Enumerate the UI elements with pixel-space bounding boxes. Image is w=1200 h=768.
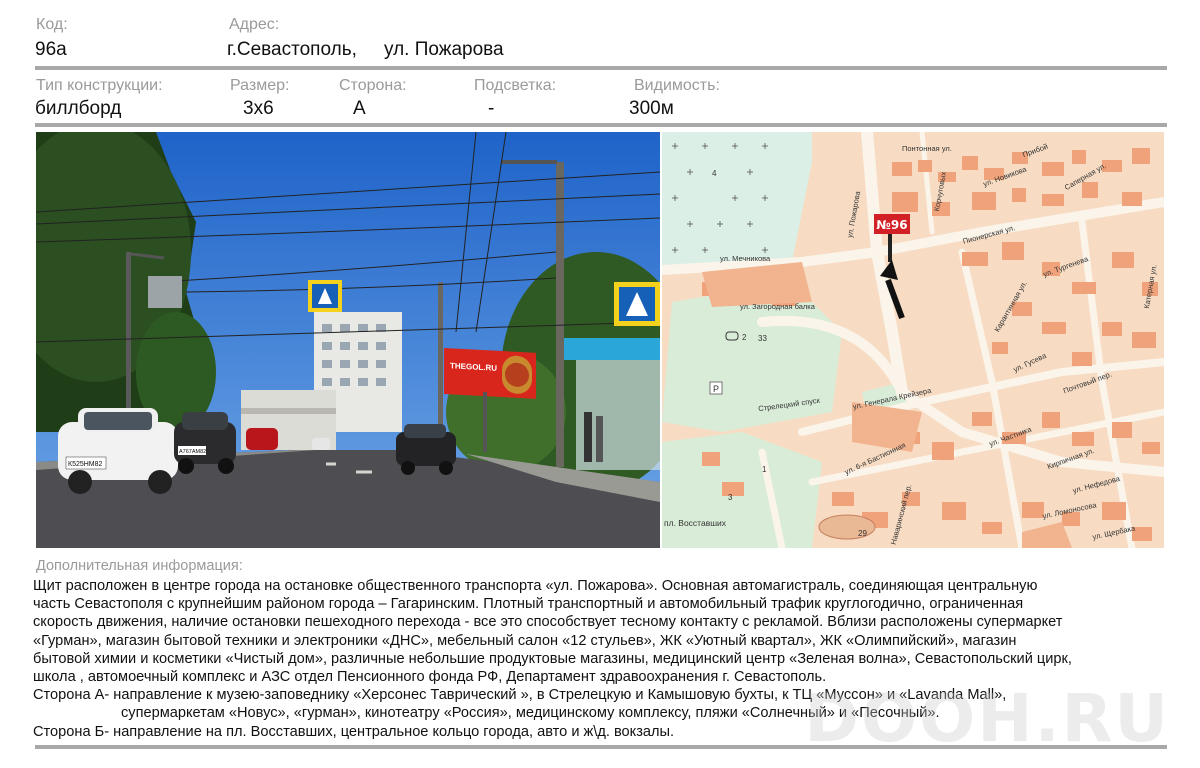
address-label: Адрес: bbox=[229, 16, 280, 33]
map-number-29: 29 bbox=[858, 529, 867, 538]
map-number-4: 4 bbox=[712, 169, 717, 178]
plate-2: А767АМ82 bbox=[179, 449, 206, 455]
street-label: пл. Восставших bbox=[664, 518, 727, 528]
size-value: 3х6 bbox=[243, 98, 274, 119]
plate-1: К525НМ82 bbox=[68, 461, 103, 468]
info-line: Щит расположен в центре города на остано… bbox=[33, 578, 1038, 594]
info-heading: Дополнительная информация: bbox=[36, 558, 243, 574]
code-label: Код: bbox=[36, 16, 68, 33]
side-label: Сторона: bbox=[339, 77, 407, 94]
divider-top bbox=[35, 66, 1167, 70]
light-value: - bbox=[488, 98, 495, 119]
map-number-1: 1 bbox=[762, 465, 767, 474]
size-label: Размер: bbox=[230, 77, 290, 94]
type-value: биллборд bbox=[35, 98, 122, 119]
code-value: 96а bbox=[35, 39, 67, 60]
light-label: Подсветка: bbox=[474, 77, 557, 94]
street-label: Понтонная ул. bbox=[902, 144, 952, 153]
divider-middle bbox=[35, 123, 1167, 127]
street-label: ул. Загородная балка bbox=[740, 302, 815, 311]
street-label: ул. Мечникова bbox=[720, 254, 771, 263]
visibility-value: 300м bbox=[629, 98, 674, 119]
watermark-logo: DOOH.RU bbox=[804, 680, 1170, 757]
address-street: ул. Пожарова bbox=[384, 39, 504, 60]
info-line: скорость движения, наличие остановки пеш… bbox=[33, 614, 1063, 631]
type-label: Тип конструкции: bbox=[36, 77, 163, 94]
side-value: А bbox=[353, 98, 366, 119]
parking-icon: P bbox=[713, 384, 719, 394]
info-line: «Гурман», магазин бытовой техники и элек… bbox=[33, 632, 1017, 649]
map-number-33: 33 bbox=[758, 334, 767, 343]
visibility-label: Видимость: bbox=[634, 77, 720, 94]
info-line: бытовой химии и косметики «Чистый дом», … bbox=[33, 650, 1072, 667]
map-number-2: 2 bbox=[742, 333, 747, 342]
location-map: №96 P 2 33 29 3 1 4 Понтонная ул. ул. Но… bbox=[662, 132, 1164, 548]
map-number-3: 3 bbox=[728, 493, 733, 502]
info-line: часть Севастополя с крупнейшим районом г… bbox=[33, 596, 1024, 613]
location-photo: THEGOL.RU К525НМ82 А767АМ82 bbox=[36, 132, 660, 548]
map-marker-label: №96 bbox=[876, 218, 907, 232]
address-city: г.Севастополь, bbox=[227, 39, 357, 60]
